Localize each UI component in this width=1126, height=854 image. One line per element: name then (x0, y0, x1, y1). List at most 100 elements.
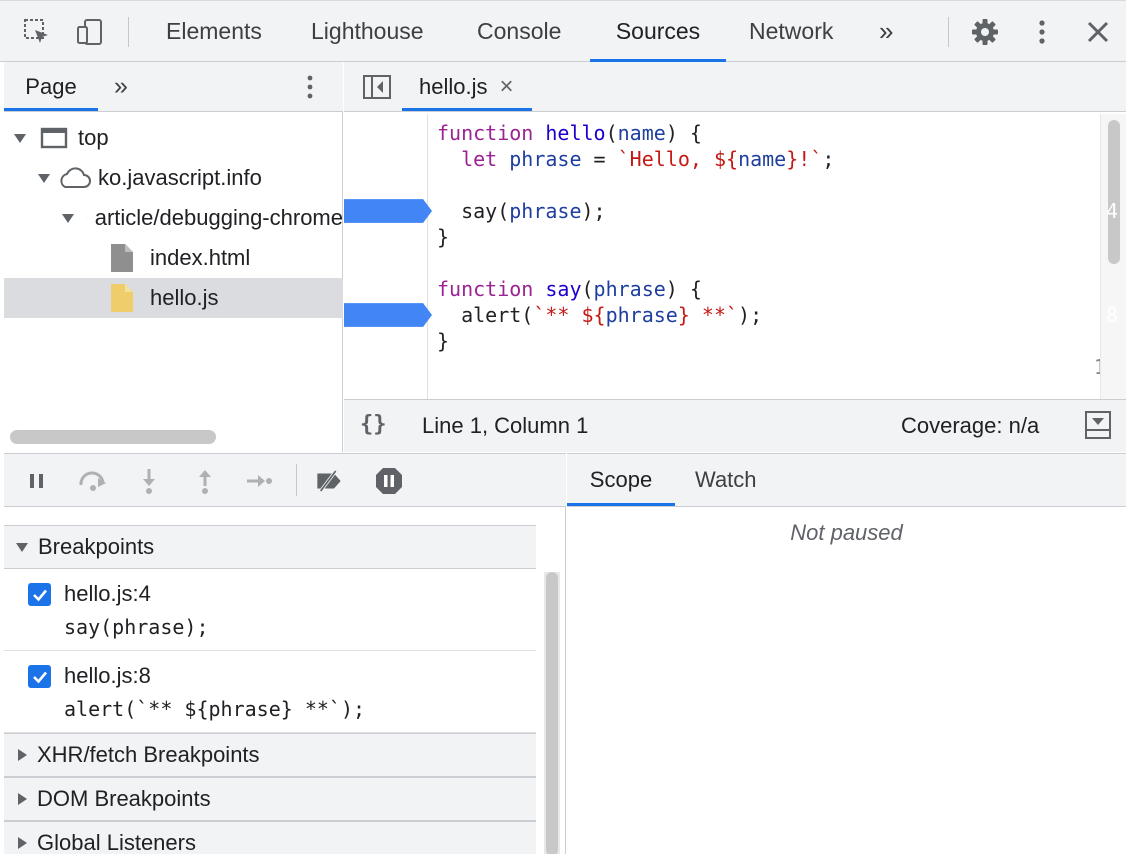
scrolled-section-remnant (4, 507, 536, 525)
tree-item-label: hello.js (150, 285, 219, 310)
code-area[interactable]: 12345678910 function hello(name) { let p… (344, 114, 1126, 399)
tree-item-file[interactable]: index.html (4, 238, 343, 278)
section-title: XHR/fetch Breakpoints (37, 742, 260, 767)
dom-breakpoints-section-header[interactable]: DOM Breakpoints (4, 777, 536, 821)
horizontal-scrollbar[interactable] (10, 430, 216, 444)
toolbar-divider (128, 17, 129, 47)
step-icon[interactable] (244, 466, 274, 496)
collapse-triangle-icon[interactable] (16, 542, 28, 552)
code-line-1: function hello(name) { (437, 121, 702, 145)
active-tab-indicator (4, 108, 98, 111)
tab-sources[interactable]: Sources (590, 1, 726, 62)
breakpoint-checkbox[interactable] (28, 583, 51, 606)
frame-icon (40, 127, 68, 149)
breakpoint-code: alert(`** ${phrase} **`); (64, 697, 366, 721)
breakpoints-section-header[interactable]: Breakpoints (4, 525, 536, 569)
devtools-toolbar: Elements Lighthouse Console Sources Netw… (0, 0, 1126, 62)
tree-item-label: ko.javascript.info (98, 165, 262, 190)
active-tab-indicator (567, 503, 675, 506)
breakpoint-item[interactable]: hello.js:4 say(phrase); (4, 569, 536, 651)
tab-page[interactable]: Page (4, 62, 98, 111)
navigator-menu-icon[interactable] (300, 72, 320, 102)
folder-icon (86, 217, 87, 219)
tree-item-label: top (78, 125, 109, 150)
settings-gear-icon[interactable] (968, 15, 1002, 49)
deactivate-breakpoints-icon[interactable] (314, 466, 344, 496)
line-number[interactable]: 4 (1058, 198, 1118, 224)
navigator-tabs: Page » (4, 62, 343, 112)
device-toolbar-icon[interactable] (73, 15, 107, 49)
sidebar-scrollbar-thumb[interactable] (546, 572, 558, 854)
global-listeners-section-header[interactable]: Global Listeners (4, 821, 536, 854)
toolbar-divider (948, 17, 949, 47)
line-gutter[interactable] (344, 114, 428, 399)
tab-scope[interactable]: Scope (567, 454, 675, 506)
coverage-status: Coverage: n/a (901, 413, 1040, 438)
js-file-icon (111, 284, 133, 312)
xhr-breakpoints-section-header[interactable]: XHR/fetch Breakpoints (4, 733, 536, 777)
tab-lighthouse[interactable]: Lighthouse (311, 1, 424, 62)
tree-item-file-selected[interactable]: hello.js (4, 278, 343, 318)
breakpoint-marker[interactable] (344, 199, 433, 223)
code-line-5: } (437, 225, 450, 249)
pause-resume-icon[interactable] (22, 466, 52, 496)
expand-triangle-icon[interactable] (62, 213, 74, 223)
expand-triangle-icon[interactable] (18, 837, 27, 849)
expand-triangle-icon[interactable] (18, 749, 27, 761)
vertical-scrollbar-thumb[interactable] (1108, 120, 1120, 264)
more-options-icon[interactable] (1025, 15, 1059, 49)
code-line-7: function say(phrase) { (437, 277, 702, 301)
code-editor: hello.js × 12345678910 function hello(na… (344, 62, 1126, 452)
expand-triangle-icon[interactable] (18, 793, 27, 805)
tab-console[interactable]: Console (477, 1, 561, 62)
breakpoint-marker[interactable] (344, 303, 433, 327)
tab-network[interactable]: Network (749, 1, 833, 62)
more-navigator-tabs-chevron-icon[interactable]: » (114, 72, 128, 101)
pretty-print-icon[interactable]: {} (360, 412, 387, 437)
breakpoint-location: hello.js:8 (64, 663, 151, 688)
close-tab-icon[interactable]: × (499, 73, 513, 101)
vertical-scrollbar-track[interactable] (1100, 114, 1126, 399)
breakpoint-code: say(phrase); (64, 615, 209, 639)
sidebar-scrollbar-track[interactable] (544, 572, 560, 854)
expand-triangle-icon[interactable] (38, 173, 50, 183)
scope-status: Not paused (790, 520, 903, 545)
file-tab-hello-js[interactable]: hello.js × (402, 62, 532, 111)
breakpoint-checkbox[interactable] (28, 665, 51, 688)
scope-panel: Scope Watch Not paused (567, 453, 1126, 854)
debugger-sidebar: Breakpoints hello.js:4 say(phrase); hell… (4, 453, 566, 854)
expand-triangle-icon[interactable] (14, 133, 26, 143)
close-devtools-icon[interactable] (1081, 15, 1115, 49)
step-over-icon[interactable] (78, 466, 108, 496)
step-into-icon[interactable] (134, 466, 164, 496)
tab-watch[interactable]: Watch (695, 454, 757, 506)
tree-item-domain[interactable]: ko.javascript.info (4, 158, 343, 198)
inspect-element-icon[interactable] (20, 15, 54, 49)
tree-item-label: index.html (150, 245, 251, 270)
tab-elements[interactable]: Elements (166, 1, 262, 62)
more-tabs-chevron-icon[interactable]: » (879, 1, 893, 62)
tree-item-top[interactable]: top (4, 118, 343, 158)
breakpoint-item[interactable]: hello.js:8 alert(`** ${phrase} **`); (4, 651, 536, 733)
pause-on-exceptions-icon[interactable] (374, 466, 404, 496)
breakpoint-location: hello.js:4 (64, 581, 151, 606)
toggle-drawer-icon[interactable] (1084, 410, 1112, 440)
html-file-icon (111, 244, 133, 272)
line-number[interactable]: 8 (1058, 302, 1118, 328)
active-tab-indicator (402, 108, 532, 111)
code-line-8: alert(`** ${phrase} **`); (437, 303, 763, 327)
toolbar-divider (296, 464, 297, 496)
tree-item-folder[interactable]: article/debugging-chrome (4, 198, 343, 238)
section-title: Global Listeners (37, 830, 196, 854)
scope-tabs: Scope Watch (567, 454, 1126, 507)
code-line-9: } (437, 329, 450, 353)
toggle-navigator-icon[interactable] (362, 74, 392, 100)
cursor-position: Line 1, Column 1 (422, 413, 589, 438)
editor-status-bar: {} Line 1, Column 1 Coverage: n/a (344, 399, 1126, 452)
step-out-icon[interactable] (190, 466, 220, 496)
section-title: DOM Breakpoints (37, 786, 211, 811)
file-tab-label: hello.js (419, 73, 488, 99)
editor-tabs: hello.js × (344, 62, 1126, 112)
